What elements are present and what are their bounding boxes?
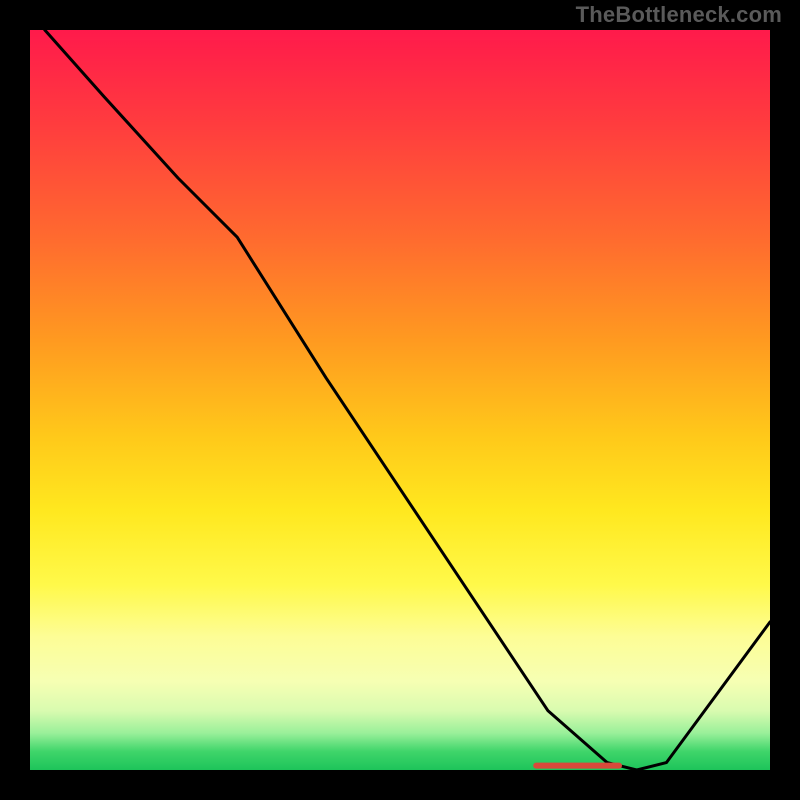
chart-frame: TheBottleneck.com <box>0 0 800 800</box>
line-layer <box>30 30 770 770</box>
optimal-range-marker <box>533 763 622 769</box>
watermark-text: TheBottleneck.com <box>576 2 782 28</box>
plot-area <box>30 30 770 770</box>
bottleneck-curve <box>45 30 770 770</box>
